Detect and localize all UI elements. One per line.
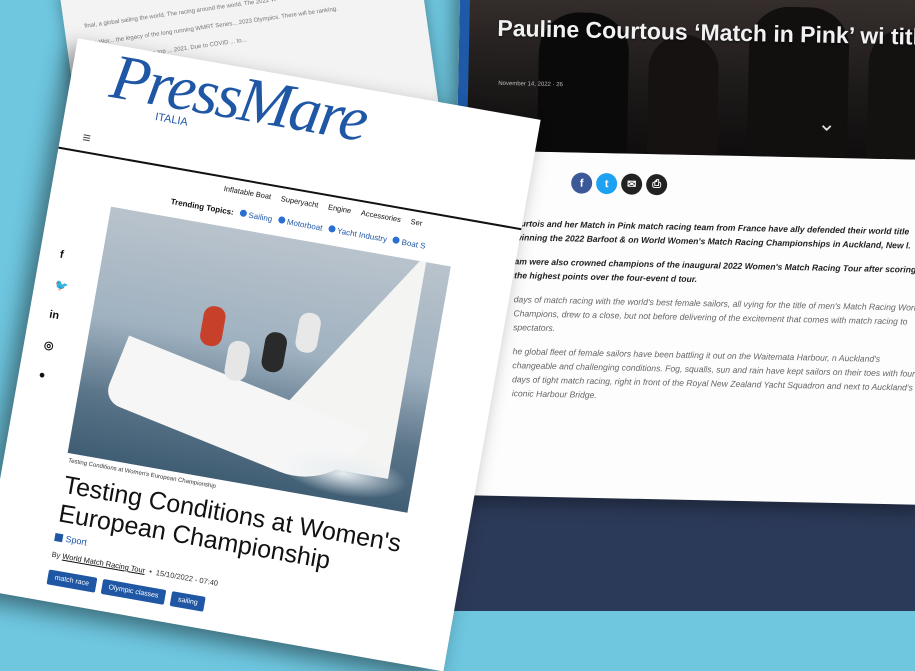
category-badge[interactable]: Sport: [54, 532, 88, 547]
nav-item-inflatable-boat[interactable]: Inflatable Boat: [223, 184, 272, 201]
twitter-icon[interactable]: 🐦: [54, 278, 70, 293]
nav-item-superyacht[interactable]: Superyacht: [280, 194, 319, 209]
trending-item-label: Sailing: [247, 210, 273, 224]
trending-item[interactable]: Sailing: [239, 209, 273, 224]
tag-sailing[interactable]: sailing: [169, 591, 206, 612]
tag-icon: [327, 224, 337, 233]
facebook-icon[interactable]: f: [570, 172, 593, 194]
article-body: ourtois and her Match in Pink match raci…: [511, 216, 915, 419]
trending-item[interactable]: Motorboat: [277, 215, 324, 233]
category-label: Sport: [64, 533, 88, 548]
article-paragraph: he global fleet of female sailors have b…: [511, 346, 915, 400]
article-page-right: Pauline Courtous ‘Match in Pink’ wi titl…: [449, 0, 915, 505]
trending-label: Trending Topics:: [170, 197, 235, 217]
article-paragraph: days of match racing with the world's be…: [513, 294, 915, 334]
tag-olympic-classes[interactable]: Olympic classes: [100, 578, 167, 605]
linkedin-icon[interactable]: in: [48, 309, 64, 323]
chevron-down-icon[interactable]: ⌄: [817, 111, 836, 137]
byline-prefix: By: [51, 549, 62, 561]
print-icon[interactable]: ⎙: [645, 173, 668, 196]
tag-icon: [277, 215, 286, 225]
tag-icon: [392, 236, 401, 245]
menu-icon[interactable]: ≡: [81, 129, 92, 146]
twitter-icon[interactable]: t: [595, 172, 618, 195]
tag-match-race[interactable]: match race: [46, 569, 97, 593]
nav-item-engine[interactable]: Engine: [327, 202, 352, 215]
trending-item[interactable]: Yacht Industry: [327, 224, 388, 244]
pressmare-page: PressMare ITALIA ≡ Inflatable Boat Super…: [0, 38, 541, 671]
category-square-icon: [54, 532, 64, 543]
article-meta: November 14, 2022 · 26: [498, 80, 563, 89]
tag-icon: [239, 209, 248, 218]
social-sidebar: f 🐦 in ◎ ●: [38, 249, 75, 383]
share-bar: f t ✉ ⎙: [570, 172, 668, 196]
trending-item-label: Boat S: [400, 237, 427, 251]
whatsapp-icon[interactable]: ◎: [43, 338, 59, 353]
trending-item[interactable]: Boat S: [392, 236, 426, 251]
article-paragraph: ourtois and her Match in Pink match raci…: [514, 218, 911, 251]
hero-person: [646, 33, 720, 156]
nav-item-ser[interactable]: Ser: [410, 217, 423, 228]
nav-item-accessories[interactable]: Accessories: [360, 208, 401, 224]
crew-member: [198, 304, 228, 348]
trending-item-label: Motorboat: [286, 217, 324, 233]
sailing-photo[interactable]: [67, 206, 451, 513]
email-icon[interactable]: ✉: [620, 173, 643, 195]
crew-member: [222, 339, 252, 383]
telegram-icon[interactable]: ●: [38, 369, 54, 383]
facebook-icon[interactable]: f: [59, 249, 75, 263]
article-paragraph: am were also crowned champions of the in…: [514, 256, 915, 285]
author-link[interactable]: World Match Racing Tour: [62, 552, 146, 575]
trending-item-label: Yacht Industry: [336, 226, 388, 244]
publish-date: 15/10/2022 - 07:40: [155, 568, 219, 588]
